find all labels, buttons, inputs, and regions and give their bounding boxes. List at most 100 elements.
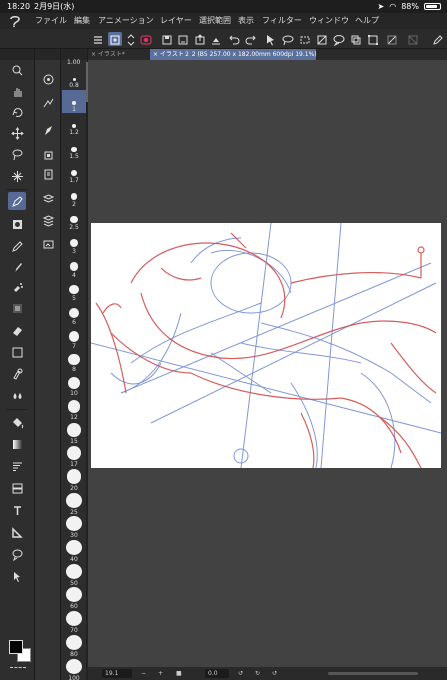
pen-settings-icon[interactable] — [430, 32, 444, 46]
main-color-swatch[interactable] — [9, 640, 23, 654]
brush-size-option[interactable]: 12 — [62, 398, 86, 421]
brush-size-option[interactable]: 7 — [62, 327, 86, 350]
disabled-tool-icon[interactable] — [406, 32, 420, 46]
brush-size-option[interactable]: 80 — [62, 634, 86, 658]
fit-square-icon[interactable]: ■ — [176, 667, 182, 680]
menu-layer[interactable]: レイヤー — [160, 13, 192, 29]
redo-icon[interactable] — [244, 32, 258, 46]
sub-antialias-icon[interactable] — [39, 146, 57, 164]
brush-size-option[interactable]: 15 — [62, 422, 86, 445]
transform-icon[interactable] — [315, 32, 329, 46]
record-icon[interactable] — [139, 32, 153, 46]
frame-icon[interactable] — [8, 479, 26, 497]
brush-icon[interactable] — [8, 258, 26, 276]
upload-icon[interactable] — [209, 32, 223, 46]
brush-size-option[interactable]: 20 — [62, 469, 86, 492]
zoom-field[interactable]: 19.1 — [102, 669, 132, 678]
reset-rotation-icon[interactable]: ↺ — [272, 667, 277, 680]
fill-bucket-icon[interactable] — [8, 413, 26, 431]
brush-size-option[interactable]: 17 — [62, 445, 86, 468]
brush-size-option[interactable]: 1.7 — [62, 161, 86, 184]
balloon-icon[interactable] — [8, 545, 26, 563]
tab-illust[interactable]: × イラスト* — [88, 49, 150, 60]
pencil-icon[interactable] — [8, 237, 26, 255]
sub-material-icon[interactable] — [39, 235, 57, 253]
brush-size-option[interactable]: 50 — [62, 563, 86, 587]
blend-icon[interactable] — [8, 365, 26, 383]
rotate-icon[interactable] — [8, 103, 26, 121]
brush-size-option[interactable]: 0.8 — [62, 66, 86, 89]
drops-icon[interactable] — [8, 387, 26, 405]
speech-bubble-icon[interactable] — [332, 32, 346, 47]
sub-layer-stack-icon[interactable] — [39, 211, 57, 229]
lines-icon[interactable] — [8, 457, 26, 475]
eyedropper-sparkle-icon[interactable] — [8, 167, 26, 185]
menu-filter[interactable]: フィルター — [262, 13, 302, 29]
export-icon[interactable] — [193, 32, 207, 46]
brush-size-option[interactable]: 1 — [62, 89, 86, 113]
select-tool-icon[interactable] — [264, 32, 278, 46]
undo-icon[interactable] — [227, 32, 241, 46]
menu-help[interactable]: ヘルプ — [355, 13, 379, 29]
menu-lines-icon[interactable] — [91, 32, 105, 46]
canvas-paper[interactable] — [91, 223, 441, 468]
sub-pen-pressure-icon[interactable] — [39, 94, 57, 112]
deselect-icon[interactable] — [385, 32, 399, 46]
brush-size-option[interactable]: 3 — [62, 232, 86, 255]
brush-size-option[interactable]: 40 — [62, 540, 86, 563]
save-as-icon[interactable] — [176, 32, 190, 46]
sub-layers-icon[interactable] — [39, 189, 57, 207]
lasso-select-icon[interactable] — [281, 32, 295, 46]
shape-select-icon[interactable] — [298, 32, 312, 46]
menu-file[interactable]: ファイル — [35, 13, 67, 29]
square-icon[interactable] — [8, 343, 26, 361]
pen-icon[interactable] — [8, 192, 26, 210]
scroll-arrows-icon[interactable] — [124, 32, 138, 46]
sub-brush-shape-icon[interactable] — [39, 121, 57, 139]
brush-size-option[interactable]: 30 — [62, 516, 86, 539]
brush-size-option[interactable]: 70 — [62, 611, 86, 634]
new-canvas-icon[interactable] — [108, 32, 122, 46]
gradient-icon[interactable] — [8, 435, 26, 453]
hand-icon[interactable] — [8, 82, 26, 100]
menu-window[interactable]: ウィンドウ — [309, 13, 349, 29]
save-icon[interactable] — [160, 32, 174, 46]
bounding-box-icon[interactable] — [366, 32, 380, 46]
app-logo-icon[interactable] — [8, 14, 22, 28]
menu-view[interactable]: 表示 — [238, 13, 254, 29]
sub-zoom-icon[interactable] — [39, 70, 57, 88]
layer-stack-icon[interactable] — [349, 32, 363, 46]
airbrush-icon[interactable] — [8, 278, 26, 296]
sub-correction-icon[interactable] — [39, 165, 57, 183]
brush-size-option[interactable]: 100 — [62, 658, 86, 680]
brush-size-option[interactable]: 1.5 — [62, 137, 86, 160]
menu-edit[interactable]: 編集 — [74, 13, 90, 29]
brush-size-option[interactable]: 60 — [62, 587, 86, 610]
fill-dot-icon[interactable] — [8, 215, 26, 233]
horizontal-scrollbar[interactable] — [328, 672, 418, 675]
select-arrow-icon[interactable] — [8, 567, 26, 585]
rotate-left-icon[interactable]: ↺ — [238, 667, 243, 680]
brush-size-option[interactable]: 8 — [62, 350, 86, 373]
canvas-workspace[interactable] — [88, 60, 447, 667]
brush-size-option[interactable]: 2.5 — [62, 208, 86, 231]
brush-size-option[interactable]: 6 — [62, 303, 86, 326]
brush-size-option[interactable]: 1.2 — [62, 113, 86, 136]
eraser-icon[interactable] — [8, 321, 26, 339]
menu-selection[interactable]: 選択範囲 — [199, 13, 231, 29]
brush-size-option[interactable]: 5 — [62, 279, 86, 302]
zoom-icon[interactable] — [8, 61, 26, 79]
brush-size-option[interactable]: 10 — [62, 374, 86, 397]
transparent-color-icon[interactable] — [10, 667, 26, 670]
rotation-field[interactable]: 0.0 — [205, 669, 229, 678]
ruler-icon[interactable] — [8, 523, 26, 541]
lasso-icon[interactable] — [8, 145, 26, 163]
brush-size-option[interactable]: 4 — [62, 256, 86, 279]
move-icon[interactable] — [8, 124, 26, 142]
tab-illust-2[interactable]: × イラスト２ 2 (B5 257.00 x 182.00mm 600dpi 1… — [150, 49, 317, 60]
menu-animation[interactable]: アニメーション — [98, 13, 154, 29]
zoom-in-button[interactable]: + — [158, 667, 163, 680]
text-icon[interactable] — [8, 501, 26, 519]
rotate-right-icon[interactable]: ↻ — [255, 667, 260, 680]
brush-size-option[interactable]: 2 — [62, 185, 86, 208]
